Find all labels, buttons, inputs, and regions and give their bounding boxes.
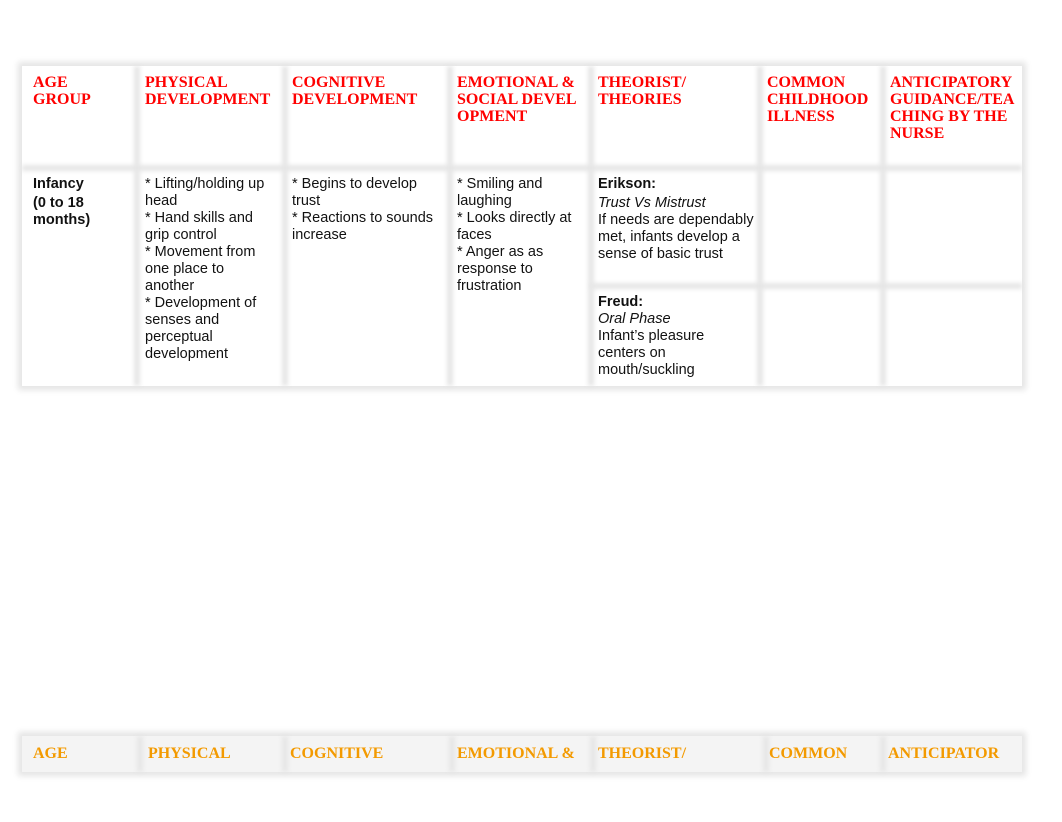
list-item: * Reactions to sounds increase: [292, 210, 434, 243]
list-item: * Smiling and laughing: [457, 176, 543, 209]
theory-description: If needs are dependably met, infants dev…: [598, 212, 754, 262]
header2-cognitive: COGNITIVE: [290, 745, 384, 762]
header2-guidance: ANTICIPATOR: [888, 745, 1000, 762]
list-item: * Begins to develop trust: [292, 176, 417, 209]
header-cognitive: COGNITIVE DEVELOPMENT: [292, 74, 418, 108]
column-divider: [880, 736, 886, 772]
header-illness: COMMON CHILDHOOD ILLNESS: [767, 74, 869, 125]
column-divider: [134, 66, 140, 386]
header2-age: AGE: [33, 745, 68, 762]
column-divider: [137, 736, 143, 772]
row-divider: [22, 165, 1022, 171]
list-item: * Lifting/holding up head: [145, 176, 265, 209]
column-divider: [447, 66, 453, 386]
list-item: * Anger as as response to frustration: [457, 244, 544, 294]
header-theorist: THEORIST/ THEORIES: [598, 74, 687, 108]
header-physical: PHYSICAL DEVELOPMENT: [145, 74, 271, 108]
column-divider: [282, 736, 288, 772]
age-range: (0 to 18 months): [33, 195, 91, 228]
column-divider: [588, 66, 594, 386]
list-item: * Development of senses and perceptual d…: [145, 295, 257, 362]
age-group-label: Infancy: [33, 176, 84, 192]
theory-name: Trust Vs Mistrust: [598, 195, 706, 211]
header2-emotional: EMOTIONAL &: [457, 745, 575, 762]
theory-description: Infant’s pleasure centers on mouth/suckl…: [598, 328, 705, 378]
header-emotional: EMOTIONAL & SOCIAL DEVELOPMENT: [457, 74, 577, 125]
header2-theorist: THEORIST/: [598, 745, 687, 762]
header-age-group: AGE GROUP: [33, 74, 91, 108]
header2-physical: PHYSICAL: [148, 745, 231, 762]
theorist-freud-cell: Freud: Oral Phase Infant’s pleasure cent…: [598, 294, 748, 379]
list-item: * Looks directly at faces: [457, 210, 572, 243]
cognitive-cell: * Begins to develop trust * Reactions to…: [292, 176, 442, 244]
list-item: * Movement from one place to another: [145, 244, 256, 294]
theorist-name: Freud:: [598, 294, 644, 310]
header2-illness: COMMON: [769, 745, 848, 762]
column-divider: [282, 66, 288, 386]
age-group-cell: Infancy (0 to 18 months): [33, 176, 128, 229]
list-item: * Hand skills and grip control: [145, 210, 253, 243]
theory-name: Oral Phase: [598, 311, 671, 327]
column-divider: [590, 736, 596, 772]
theorist-row-divider: [590, 283, 1022, 289]
physical-cell: * Lifting/holding up head * Hand skills …: [145, 176, 275, 363]
column-divider: [449, 736, 455, 772]
emotional-cell: * Smiling and laughing * Looks directly …: [457, 176, 583, 295]
theorist-name: Erikson:: [598, 176, 657, 192]
column-divider: [880, 66, 886, 386]
header-guidance: ANTICIPATORY GUIDANCE/TEACHING BY THE NU…: [890, 74, 1015, 142]
theorist-erikson-cell: Erikson: Trust Vs Mistrust If needs are …: [598, 176, 758, 263]
